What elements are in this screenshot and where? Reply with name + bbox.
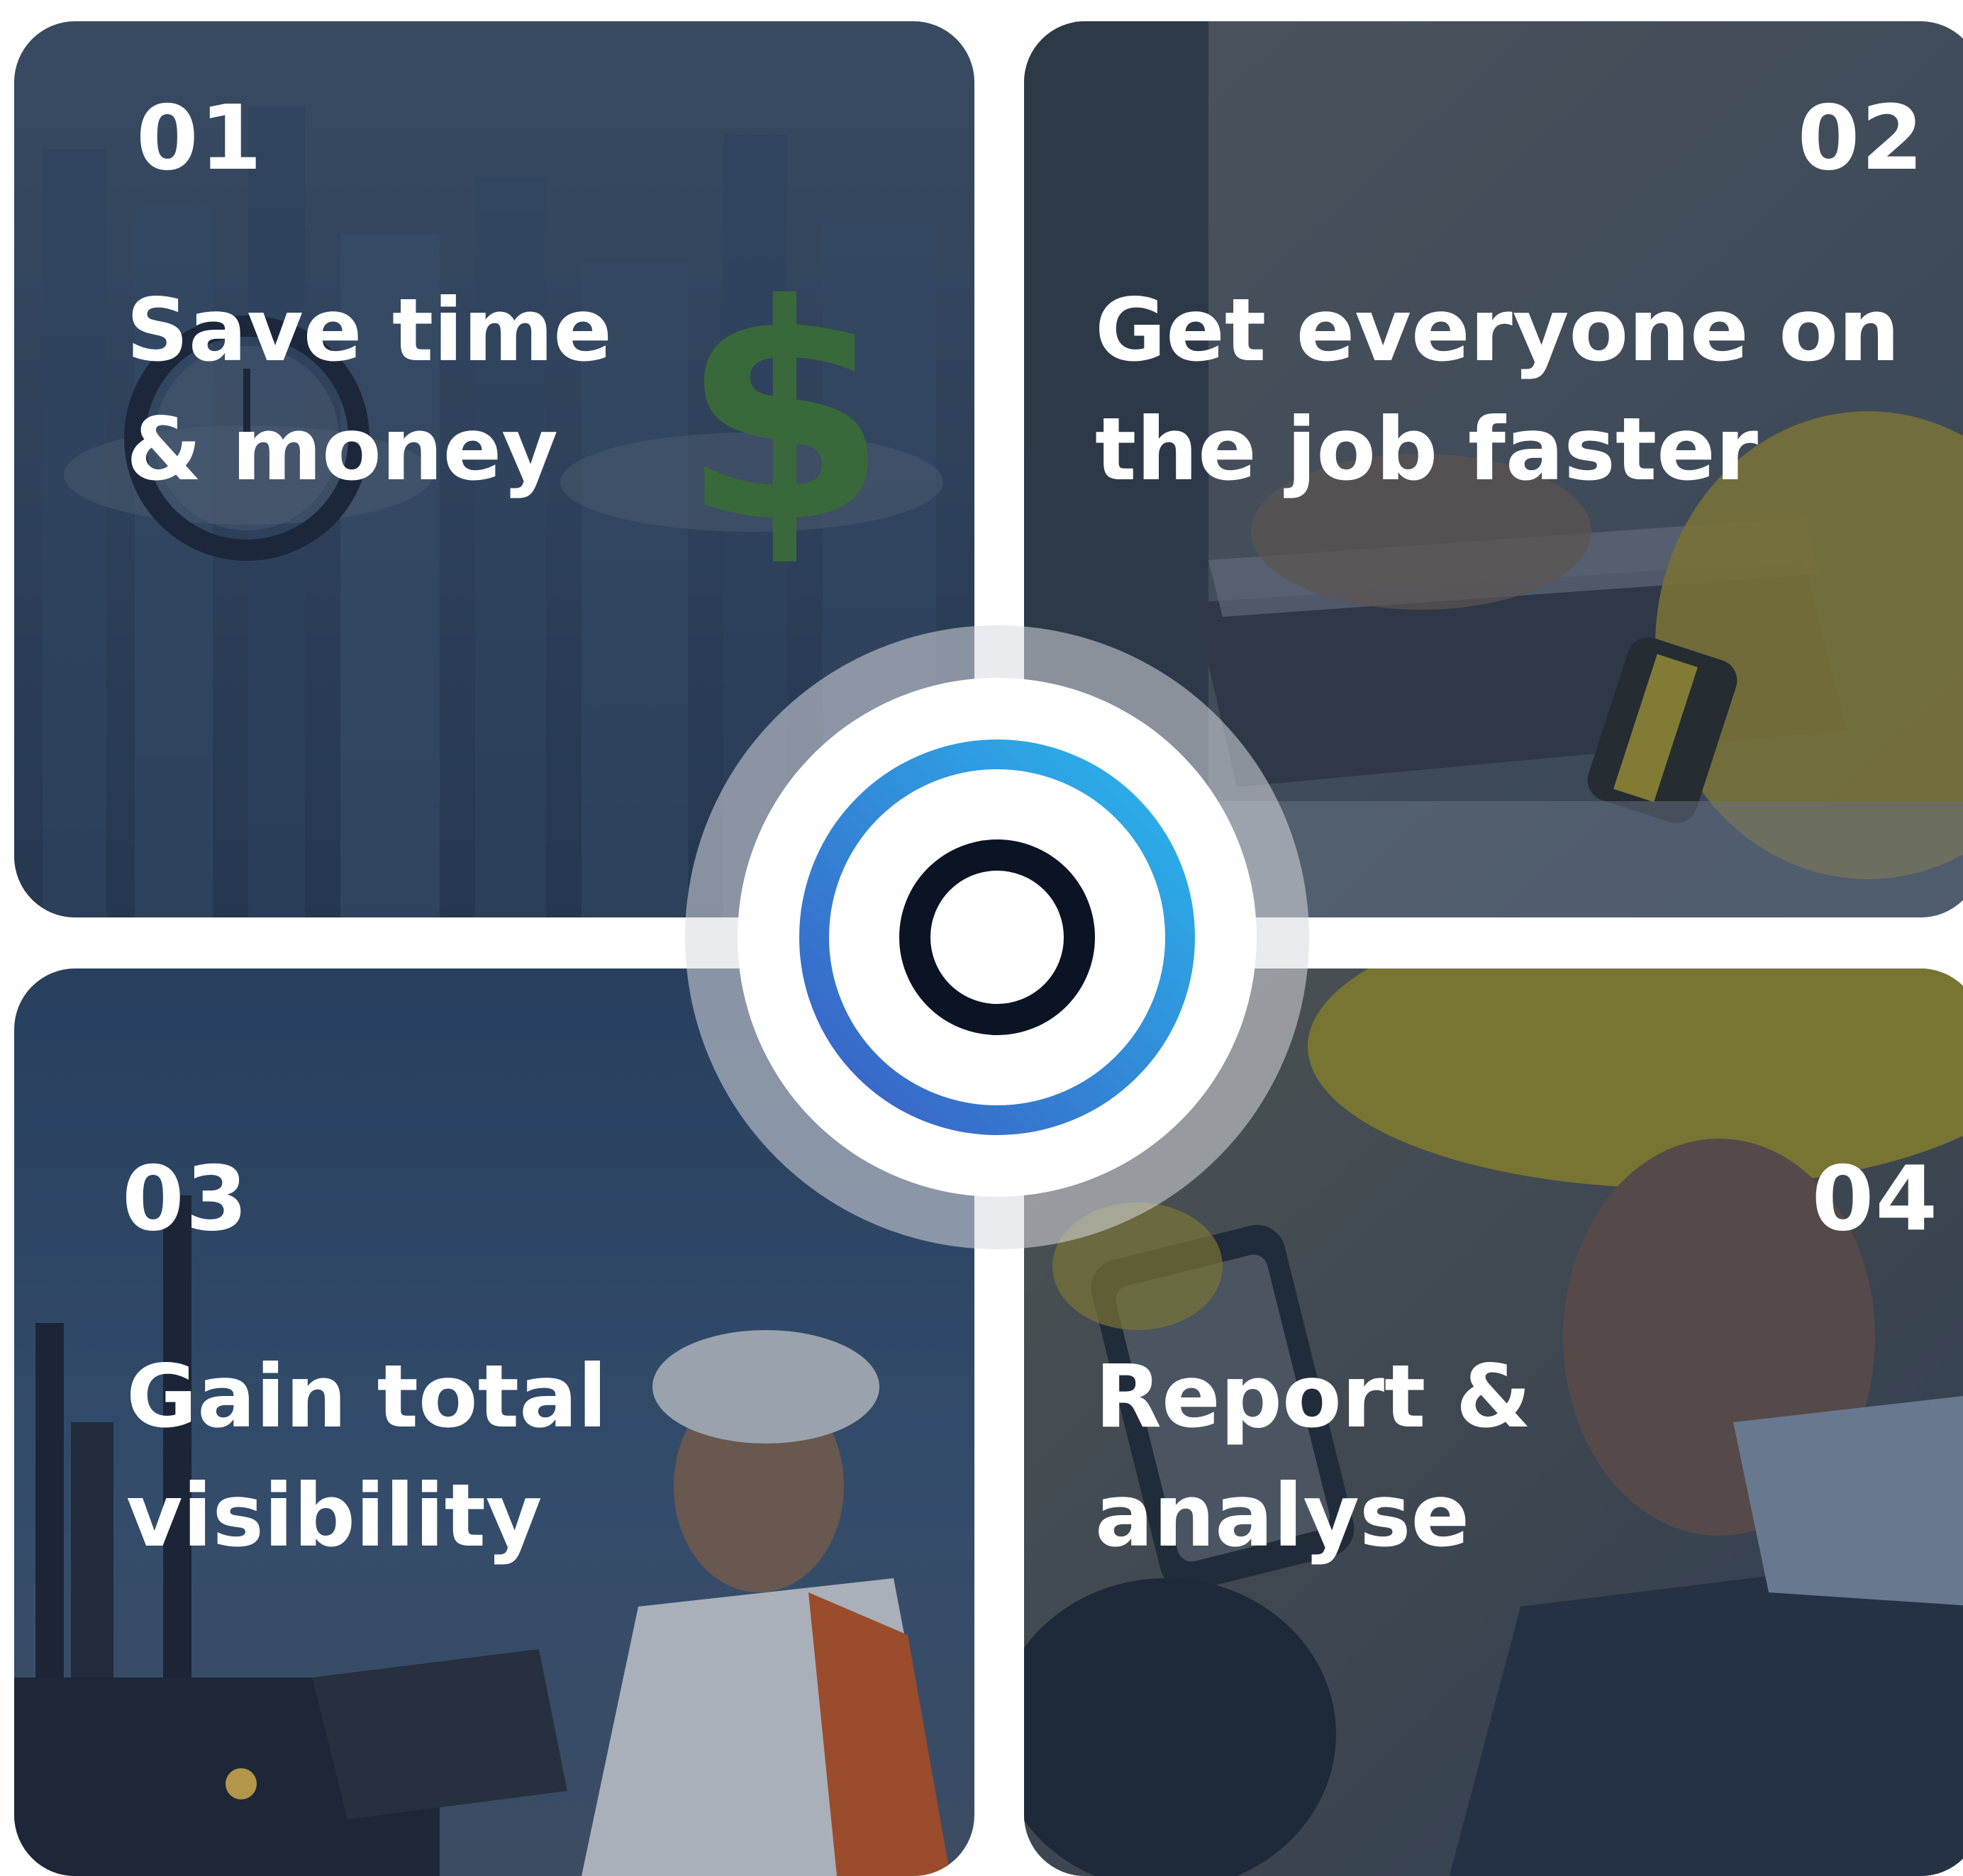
card-title: Save time & money (126, 280, 612, 501)
card-number: 03 (122, 1146, 250, 1251)
card-title: Get everyone on the job faster (1095, 280, 1900, 501)
target-ring-logo-icon (685, 625, 1309, 1249)
card-number: 04 (1811, 1146, 1939, 1251)
card-number: 01 (136, 86, 264, 190)
card-title: Report & analyse (1095, 1346, 1532, 1567)
card-number: 02 (1797, 86, 1925, 190)
card-title: Gain total visibility (126, 1346, 608, 1567)
center-logo-badge (685, 625, 1309, 1249)
